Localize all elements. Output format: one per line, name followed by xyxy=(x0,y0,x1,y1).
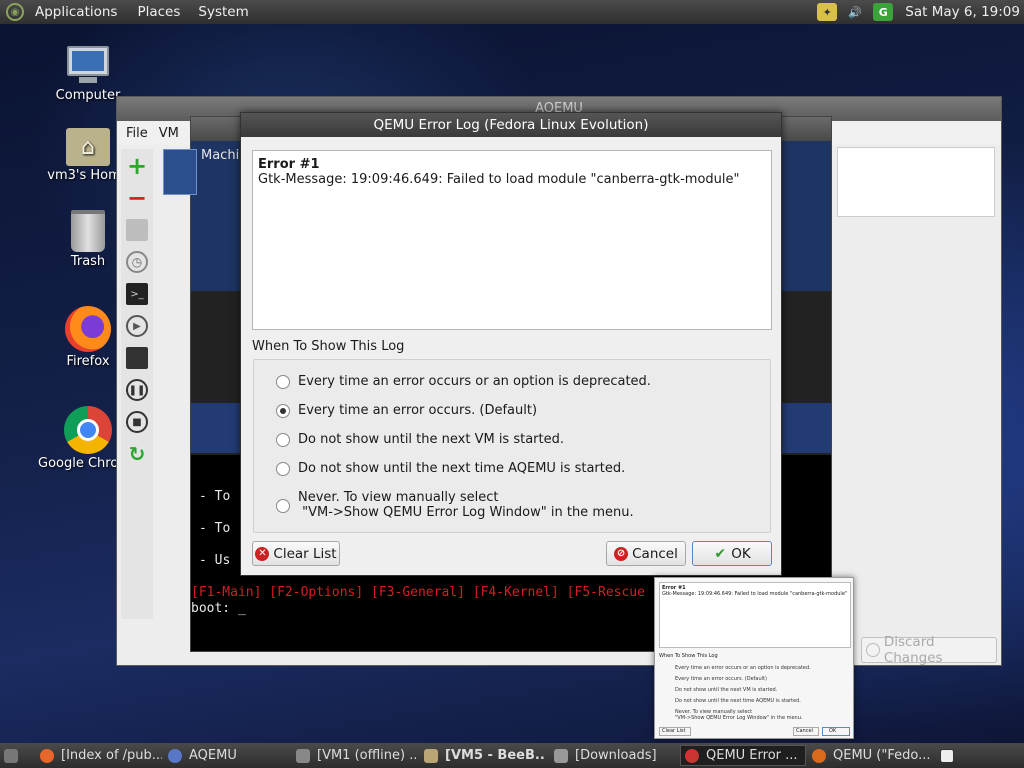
desktop-icon-label: Firefox xyxy=(66,354,110,369)
qemu-icon xyxy=(685,748,699,763)
window-preview-thumbnail[interactable]: Error #1 Gtk-Message: 19:09:46.649: Fail… xyxy=(654,577,854,739)
qemu-icon xyxy=(812,748,826,763)
folder-icon xyxy=(424,748,438,763)
menu-file[interactable]: File xyxy=(126,126,148,141)
aqemu-icon xyxy=(168,748,182,763)
taskbar-item-firefox[interactable]: [Index of /pub... xyxy=(40,745,162,766)
clock[interactable]: Sat May 6, 19:09 xyxy=(905,4,1020,20)
dialog-title[interactable]: QEMU Error Log (Fedora Linux Evolution) xyxy=(241,113,781,137)
notification-icon[interactable]: ✦ xyxy=(817,3,838,21)
radio-button[interactable] xyxy=(276,498,290,513)
desktop-icon xyxy=(4,748,18,763)
menu-vm[interactable]: VM xyxy=(159,126,179,141)
play-icon[interactable]: ▶ xyxy=(126,315,148,337)
show-log-options-group: Every time an error occurs or an option … xyxy=(253,359,771,533)
cancel-button[interactable]: ⊘ Cancel xyxy=(606,541,686,566)
firefox-icon xyxy=(40,748,54,763)
discard-changes-button[interactable]: Discard Changes xyxy=(861,634,997,666)
workspace-icon xyxy=(940,748,954,763)
option-error-or-deprecated[interactable]: Every time an error occurs or an option … xyxy=(276,374,651,389)
desktop-icon-computer[interactable]: Computer xyxy=(38,46,138,103)
terminal-icon[interactable]: >_ xyxy=(126,283,148,305)
pause-icon[interactable]: ❚❚ xyxy=(126,379,148,401)
desktop-icon-label: Trash xyxy=(70,254,106,269)
console-line: - To xyxy=(199,489,231,504)
aqemu-toolbar: + − ◷ >_ ▶ ❚❚ ■ ↻ xyxy=(121,149,153,619)
clear-list-button[interactable]: ✕ Clear List xyxy=(252,541,340,566)
chrome-icon xyxy=(64,406,112,454)
stop-icon[interactable]: ■ xyxy=(126,411,148,433)
checkmark-icon: ✔ xyxy=(714,545,727,562)
home-folder-icon: ⌂ xyxy=(66,128,110,166)
computer-icon xyxy=(65,46,111,86)
cancel-icon: ⊘ xyxy=(614,546,629,561)
drive-icon[interactable] xyxy=(126,219,148,241)
machine-label: Machi xyxy=(201,148,240,163)
taskbar-item-vm1[interactable]: [VM1 (offline) ... xyxy=(296,745,416,766)
add-vm-icon[interactable]: + xyxy=(126,152,148,180)
radio-button[interactable] xyxy=(276,375,290,389)
error-log-textbox[interactable]: Error #1 Gtk-Message: 19:09:46.649: Fail… xyxy=(252,150,772,330)
clear-icon: ✕ xyxy=(255,546,270,561)
vm-info-panel xyxy=(837,147,995,217)
update-icon[interactable]: G xyxy=(873,3,894,21)
firefox-icon xyxy=(65,306,111,352)
reload-icon[interactable]: ↻ xyxy=(126,442,148,466)
menu-applications[interactable]: Applications xyxy=(35,4,117,20)
taskbar-item-vm5[interactable]: [VM5 - BeeB... xyxy=(424,745,546,766)
remove-vm-icon[interactable]: − xyxy=(126,184,148,212)
option-until-next-aqemu[interactable]: Do not show until the next time AQEMU is… xyxy=(276,461,625,476)
option-never[interactable]: Never. To view manually select "VM->Show… xyxy=(276,490,634,520)
console-line: - To xyxy=(199,521,231,536)
radio-button-selected[interactable] xyxy=(276,404,290,418)
volume-icon[interactable]: 🔊 xyxy=(845,3,865,21)
desktop-icon-label: Computer xyxy=(55,88,121,103)
thumbnail-log: Error #1 Gtk-Message: 19:09:46.649: Fail… xyxy=(659,582,851,648)
taskbar-item-downloads[interactable]: [Downloads] xyxy=(554,745,672,766)
radio-button[interactable] xyxy=(276,462,290,476)
taskbar-item-qemu-fedora[interactable]: QEMU ("Fedo... xyxy=(812,745,936,766)
vm-icon xyxy=(296,748,310,763)
clock-icon[interactable]: ◷ xyxy=(126,251,148,273)
ok-button[interactable]: ✔ OK xyxy=(692,541,772,566)
fedora-logo-icon xyxy=(163,149,197,195)
menu-system[interactable]: System xyxy=(198,4,248,20)
console-boot-prompt: boot: _ xyxy=(191,601,246,616)
console-line: - Us xyxy=(199,553,231,568)
distro-logo-icon[interactable]: ◉ xyxy=(6,3,24,21)
log-message: Gtk-Message: 19:09:46.649: Failed to loa… xyxy=(258,172,740,187)
show-log-group-label: When To Show This Log xyxy=(252,339,405,354)
radio-button[interactable] xyxy=(276,433,290,447)
option-error-default[interactable]: Every time an error occurs. (Default) xyxy=(276,403,537,418)
console-fkeys: [F1-Main] [F2-Options] [F3-General] [F4-… xyxy=(191,585,645,600)
workspace-switcher[interactable] xyxy=(940,745,958,766)
bottom-taskbar: [Index of /pub... AQEMU [VM1 (offline) .… xyxy=(0,743,1024,768)
save-icon[interactable] xyxy=(126,347,148,369)
system-tray: ✦ 🔊 G Sat May 6, 19:09 xyxy=(817,0,1024,24)
error-log-dialog: QEMU Error Log (Fedora Linux Evolution) … xyxy=(240,112,782,576)
taskbar-item-qemu-error[interactable]: QEMU Error ... xyxy=(680,745,806,766)
show-desktop-button[interactable] xyxy=(4,745,24,766)
trash-icon xyxy=(71,210,105,252)
taskbar-item-aqemu[interactable]: AQEMU xyxy=(168,745,286,766)
folder-icon xyxy=(554,748,568,763)
discard-icon xyxy=(866,643,880,657)
option-until-next-vm[interactable]: Do not show until the next VM is started… xyxy=(276,432,564,447)
menu-places[interactable]: Places xyxy=(137,4,180,20)
top-panel: ◉ Applications Places System ✦ 🔊 G Sat M… xyxy=(0,0,1024,24)
log-heading: Error #1 xyxy=(258,157,320,172)
